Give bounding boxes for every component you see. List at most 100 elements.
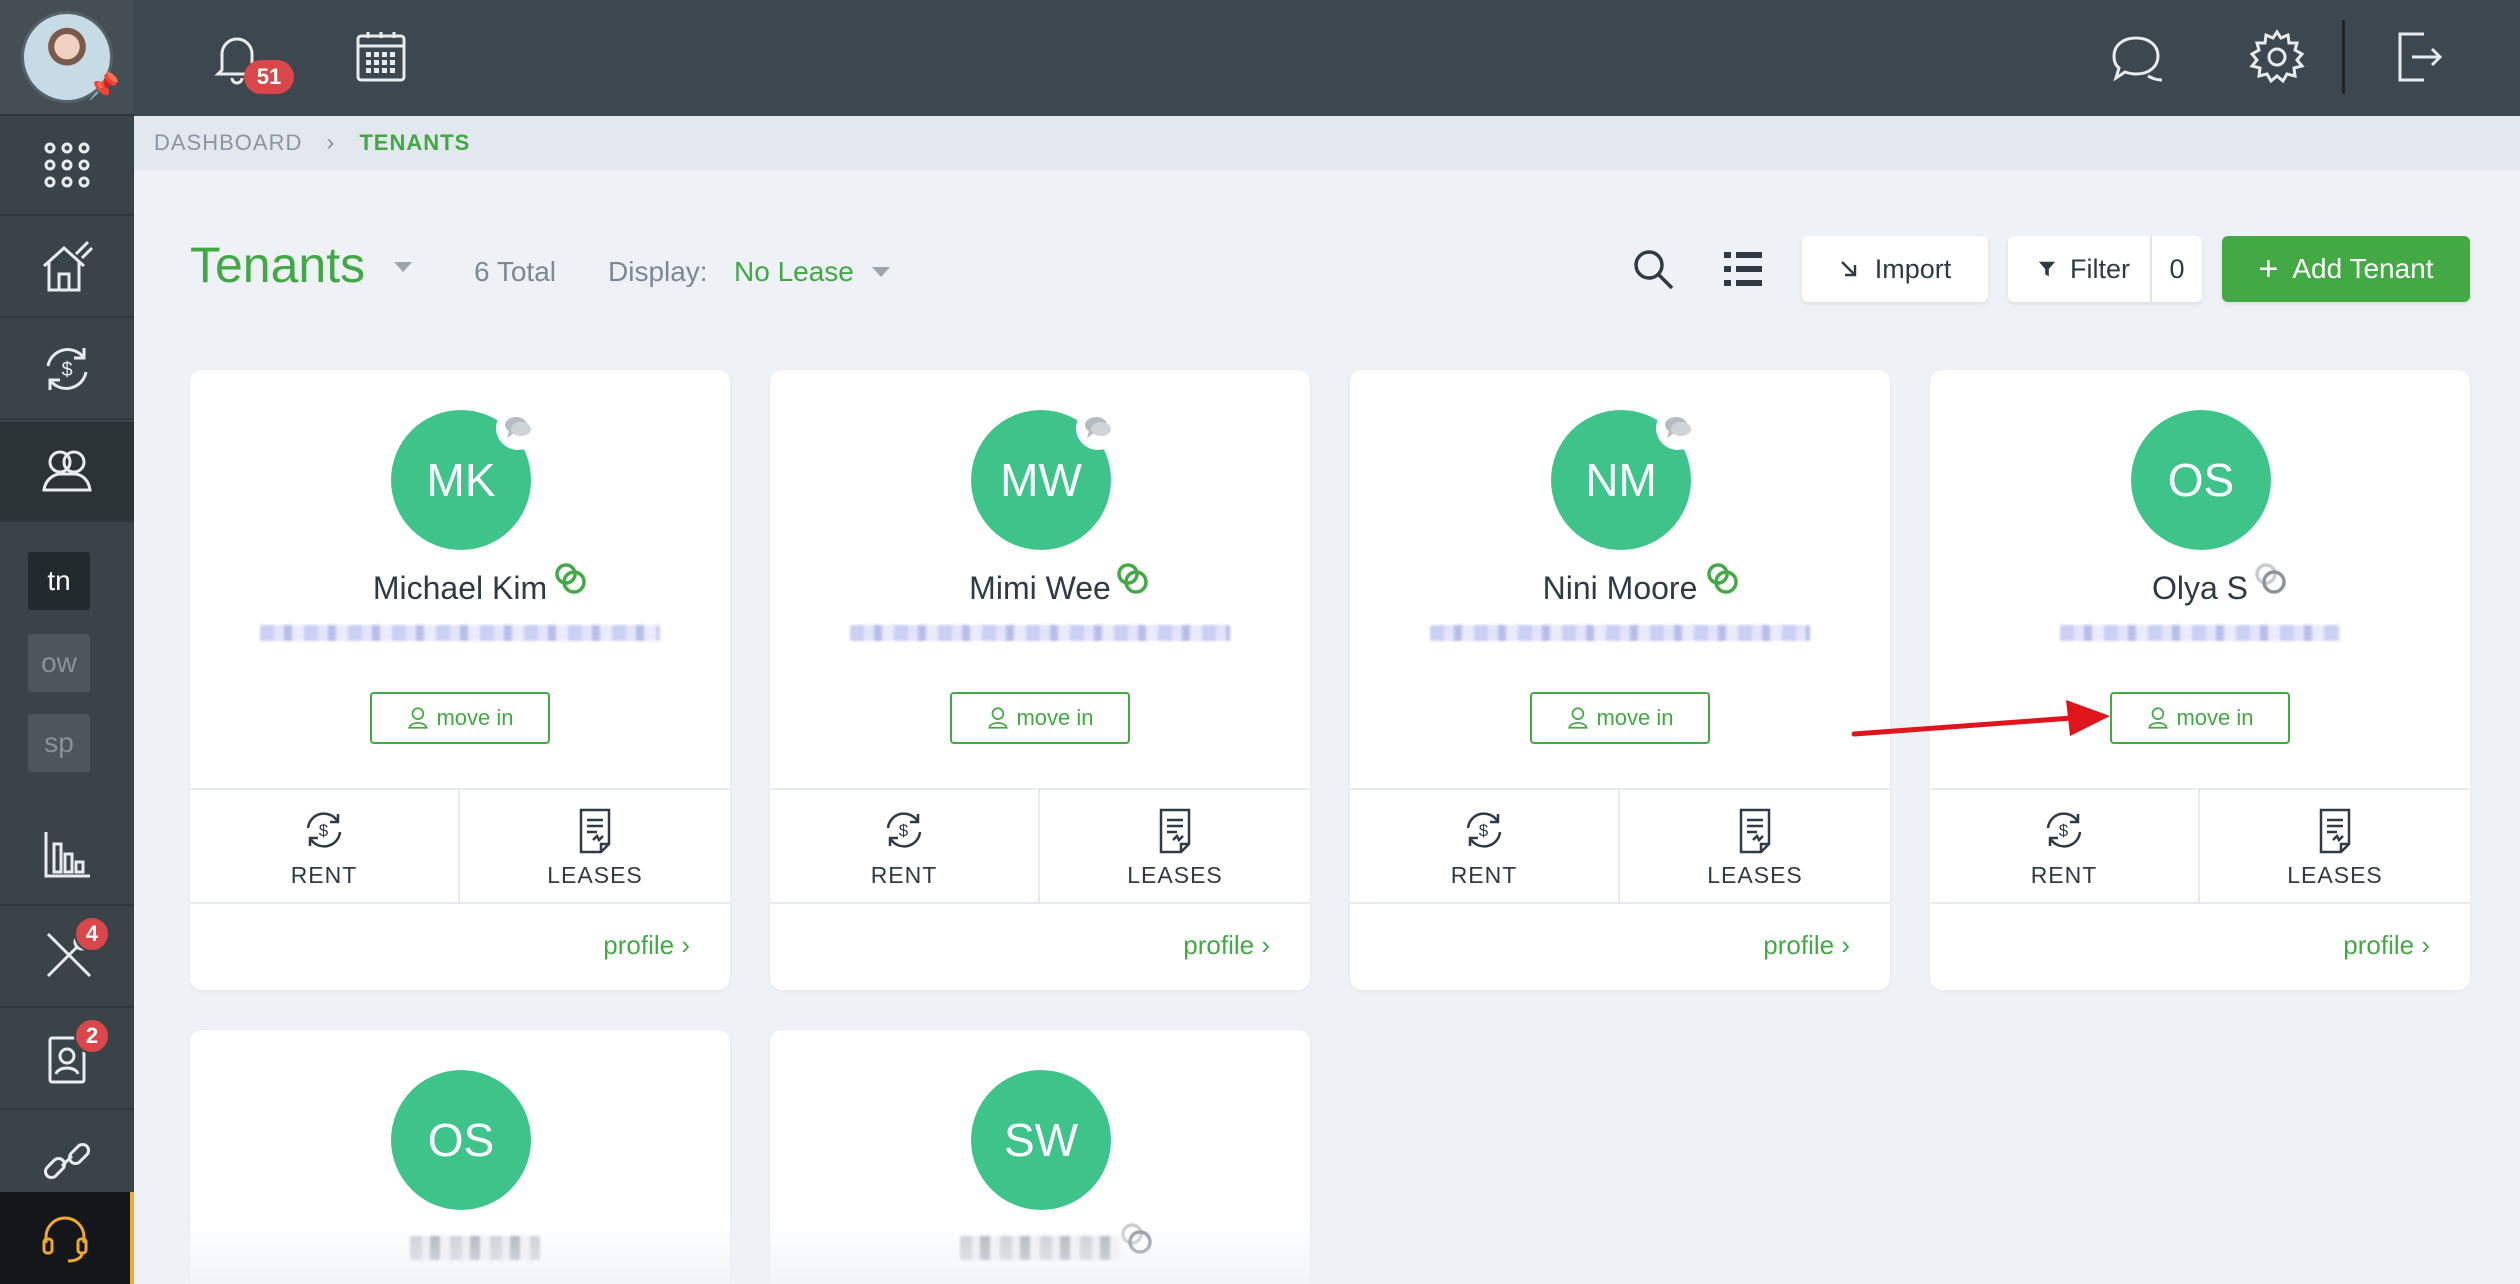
user-icon bbox=[988, 707, 1009, 729]
tenant-name[interactable]: Nini Moore bbox=[1350, 570, 1890, 607]
shortcut-tn[interactable]: tn bbox=[28, 552, 90, 610]
tenant-email-redacted bbox=[260, 625, 660, 641]
shortcut-sp[interactable]: sp bbox=[28, 714, 90, 772]
sidebar-item-properties[interactable] bbox=[0, 218, 134, 318]
move-in-button[interactable]: move in bbox=[1530, 692, 1710, 744]
calendar-button[interactable] bbox=[352, 28, 410, 86]
sidebar-item-tenants[interactable] bbox=[0, 422, 134, 522]
gear-icon bbox=[2249, 29, 2305, 84]
display-caret-icon[interactable] bbox=[872, 267, 890, 277]
lease-document-icon bbox=[1739, 808, 1771, 853]
leases-label: LEASES bbox=[1707, 861, 1803, 888]
accounting-icon: $ bbox=[46, 348, 88, 390]
topbar-divider bbox=[2342, 20, 2345, 94]
sidebar-item-maintenance[interactable]: 4 bbox=[0, 908, 134, 1008]
profile-link[interactable]: profile › bbox=[1183, 930, 1270, 961]
sidebar: 📌 $ tn ow sp 4 2 bbox=[0, 0, 134, 1284]
display-filter-dropdown[interactable]: No Lease bbox=[734, 256, 854, 288]
sidebar-item-accounting[interactable]: $ bbox=[0, 320, 134, 420]
user-icon bbox=[2148, 707, 2169, 729]
profile-link[interactable]: profile › bbox=[2343, 930, 2430, 961]
user-icon bbox=[1568, 707, 1589, 729]
arrow-down-right-icon bbox=[1840, 261, 1856, 277]
properties-icon bbox=[42, 240, 94, 292]
tenant-email-redacted bbox=[1430, 625, 1810, 641]
page-title[interactable]: Tenants bbox=[190, 236, 365, 294]
rent-button[interactable]: $ RENT bbox=[190, 790, 460, 904]
filter-button[interactable]: Filter 0 bbox=[2008, 236, 2202, 302]
message-button[interactable] bbox=[1076, 406, 1120, 450]
plus-icon: + bbox=[2258, 250, 2279, 288]
breadcrumb-tenants: TENANTS bbox=[359, 130, 471, 155]
link-icon bbox=[43, 1142, 91, 1180]
move-in-label: move in bbox=[1016, 705, 1094, 730]
message-button[interactable] bbox=[496, 406, 540, 450]
filter-label: Filter bbox=[2070, 253, 2130, 284]
portal-linked-icon bbox=[1707, 563, 1738, 594]
rent-icon: $ bbox=[2046, 811, 2082, 848]
leases-button[interactable]: LEASES bbox=[2200, 790, 2470, 904]
reports-icon bbox=[44, 832, 90, 878]
tenant-avatar[interactable]: OS bbox=[391, 1070, 531, 1210]
user-avatar-cell[interactable]: 📌 bbox=[0, 0, 134, 116]
sidebar-item-apps[interactable] bbox=[0, 116, 134, 216]
add-tenant-button[interactable]: + Add Tenant bbox=[2222, 236, 2470, 302]
import-button[interactable]: Import bbox=[1802, 236, 1988, 302]
list-view-button[interactable] bbox=[1720, 246, 1766, 292]
support-button[interactable] bbox=[0, 1192, 134, 1284]
notification-count: 51 bbox=[244, 60, 294, 94]
tenant-email-redacted bbox=[2060, 625, 2340, 641]
tenant-avatar[interactable]: SW bbox=[971, 1070, 1111, 1210]
leases-button[interactable]: LEASES bbox=[460, 790, 730, 904]
tenant-card: OS Olya S move in $ RENT LEASES profile … bbox=[1930, 370, 2470, 990]
chat-bubble-icon bbox=[1085, 417, 1111, 438]
rent-button[interactable]: $ RENT bbox=[1930, 790, 2200, 904]
chat-icon bbox=[2112, 36, 2163, 82]
profile-link[interactable]: profile › bbox=[1763, 930, 1850, 961]
portal-linked-icon bbox=[1117, 563, 1148, 594]
tenant-card: NM Nini Moore move in $ RENT LEASES prof… bbox=[1350, 370, 1890, 990]
tenant-email-redacted bbox=[850, 625, 1230, 641]
move-in-label: move in bbox=[1596, 705, 1674, 730]
import-label: Import bbox=[1874, 253, 1952, 284]
move-in-label: move in bbox=[436, 705, 514, 730]
filter-count: 0 bbox=[2150, 236, 2202, 302]
svg-text:$: $ bbox=[1479, 821, 1489, 840]
rent-button[interactable]: $ RENT bbox=[770, 790, 1040, 904]
tenant-name[interactable]: Olya S bbox=[1930, 570, 2470, 607]
settings-button[interactable] bbox=[2248, 28, 2306, 86]
sidebar-item-reports[interactable] bbox=[0, 806, 134, 906]
sidebar-item-applicants[interactable]: 2 bbox=[0, 1010, 134, 1110]
chat-bubble-icon bbox=[1665, 417, 1691, 438]
move-in-button[interactable]: move in bbox=[2110, 692, 2290, 744]
leases-button[interactable]: LEASES bbox=[1620, 790, 1890, 904]
move-in-button[interactable]: move in bbox=[950, 692, 1130, 744]
total-count: 6 Total bbox=[474, 256, 556, 287]
tenant-name[interactable]: Michael Kim bbox=[190, 570, 730, 607]
chat-button[interactable] bbox=[2108, 30, 2166, 88]
rent-icon: $ bbox=[886, 811, 922, 848]
lease-document-icon bbox=[2319, 808, 2351, 853]
logout-button[interactable] bbox=[2390, 28, 2448, 86]
title-caret-icon[interactable] bbox=[394, 262, 412, 272]
search-icon bbox=[1634, 250, 1674, 290]
profile-link[interactable]: profile › bbox=[603, 930, 690, 961]
leases-button[interactable]: LEASES bbox=[1040, 790, 1310, 904]
search-button[interactable] bbox=[1630, 246, 1676, 292]
move-in-button[interactable]: move in bbox=[370, 692, 550, 744]
breadcrumb-dashboard[interactable]: DASHBOARD bbox=[154, 130, 302, 156]
top-bar: 51 bbox=[134, 0, 2520, 116]
move-in-label: move in bbox=[2176, 705, 2254, 730]
rent-button[interactable]: $ RENT bbox=[1350, 790, 1620, 904]
pin-icon[interactable]: 📌 bbox=[88, 71, 120, 102]
tenant-name[interactable]: Mimi Wee bbox=[770, 570, 1310, 607]
shortcut-ow[interactable]: ow bbox=[28, 634, 90, 692]
chevron-right-icon: › bbox=[326, 129, 336, 156]
display-label: Display: bbox=[608, 256, 708, 287]
user-icon bbox=[408, 707, 429, 729]
profile-label: profile bbox=[1183, 930, 1255, 960]
message-button[interactable] bbox=[1656, 406, 1700, 450]
svg-text:$: $ bbox=[2059, 821, 2069, 840]
tenant-avatar[interactable]: OS bbox=[2131, 410, 2271, 550]
card-actions: $ RENT LEASES bbox=[1350, 788, 1890, 904]
